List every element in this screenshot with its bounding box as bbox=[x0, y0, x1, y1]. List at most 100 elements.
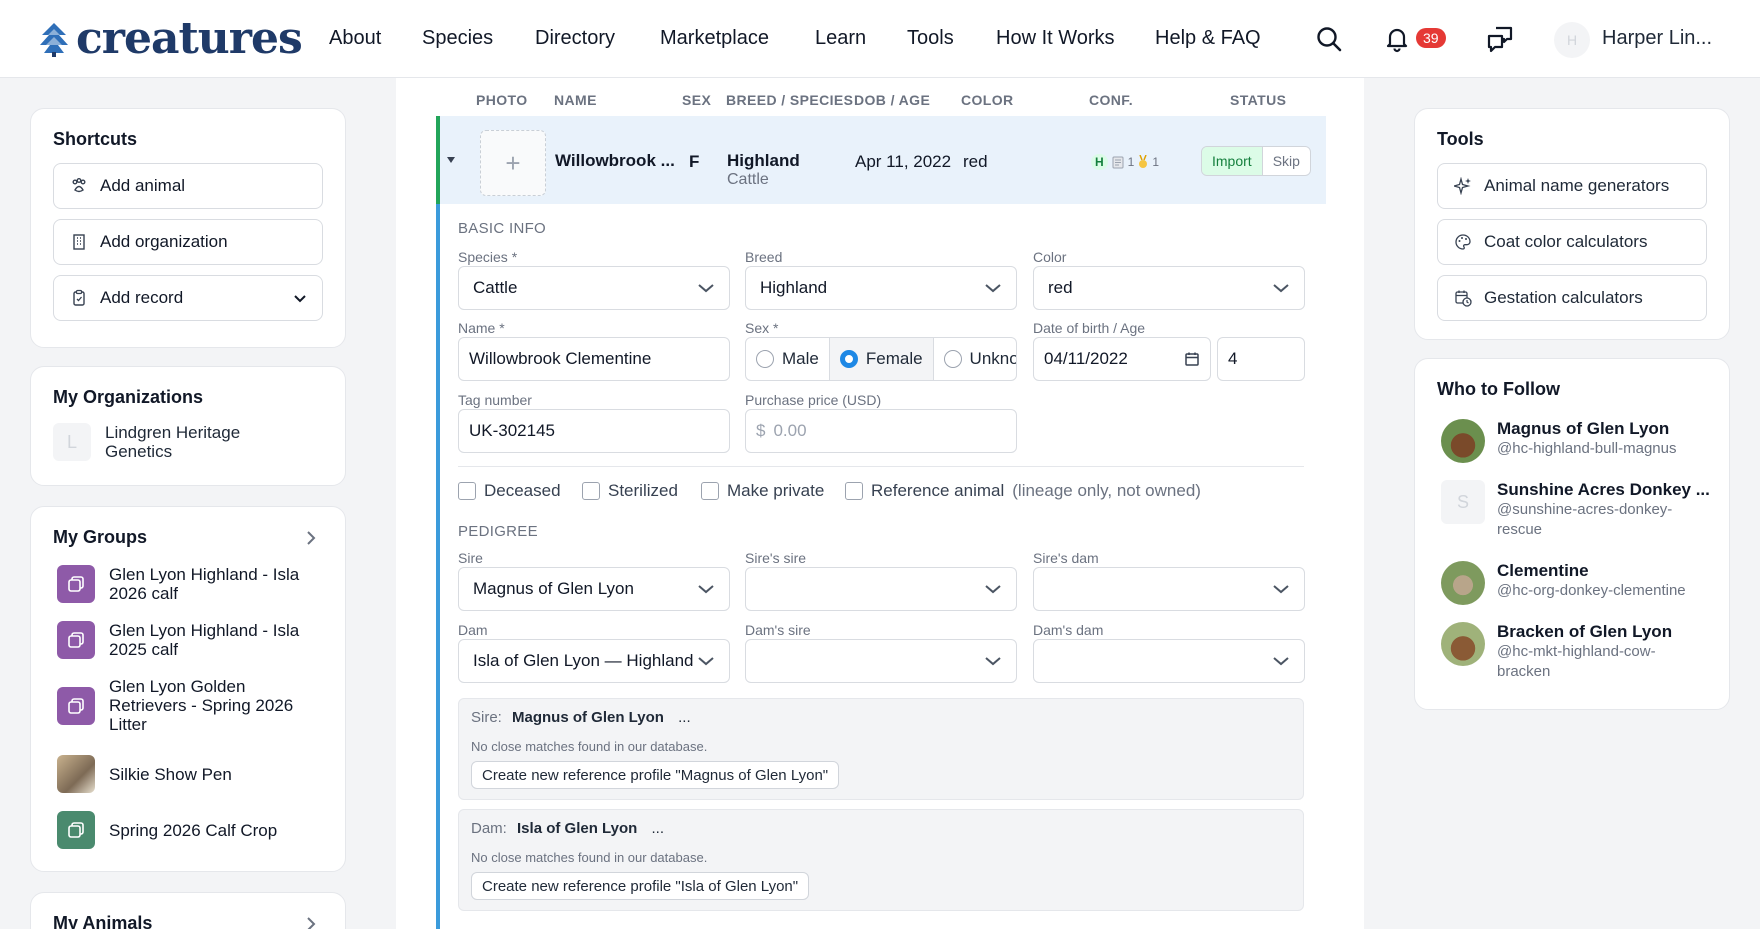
sex-option-male[interactable]: Male bbox=[746, 338, 830, 380]
group-item[interactable]: Glen Lyon Golden Retrievers - Spring 202… bbox=[57, 677, 309, 734]
breed-value: Highland bbox=[760, 278, 828, 297]
breed-select[interactable]: Highland bbox=[745, 266, 1017, 310]
name-input[interactable]: Willowbrook Clementine bbox=[458, 337, 730, 381]
dam-select[interactable]: Isla of Glen Lyon — Highland bbox=[458, 639, 730, 683]
sire-match-more[interactable]: ... bbox=[678, 709, 691, 726]
group-thumbnail bbox=[57, 621, 95, 659]
follow-item[interactable]: S Sunshine Acres Donkey ... @sunshine-ac… bbox=[1441, 480, 1710, 540]
group-name: Glen Lyon Highland - Isla 2026 calf bbox=[109, 565, 300, 603]
gestation-calculators-button[interactable]: Gestation calculators bbox=[1437, 275, 1707, 321]
row-name: Willowbrook ... bbox=[555, 151, 675, 170]
dam-match-panel: Dam: Isla of Glen Lyon ... No close matc… bbox=[458, 809, 1304, 911]
nav-help-faq[interactable]: Help & FAQ bbox=[1155, 27, 1261, 50]
follow-handle: @hc-org-donkey-clementine bbox=[1497, 582, 1686, 599]
sex-option-female[interactable]: Female bbox=[829, 338, 934, 380]
group-item[interactable]: Silkie Show Pen bbox=[57, 755, 309, 793]
follow-name: Clementine bbox=[1497, 561, 1589, 580]
nav-marketplace[interactable]: Marketplace bbox=[660, 27, 769, 50]
sterilized-checkbox[interactable]: Sterilized bbox=[582, 481, 678, 501]
tag-number-input[interactable]: UK-302145 bbox=[458, 409, 730, 453]
add-organization-label: Add organization bbox=[100, 232, 228, 251]
species-select[interactable]: Cattle bbox=[458, 266, 730, 310]
group-name: Glen Lyon Golden Retrievers - Spring 202… bbox=[109, 677, 294, 734]
chevron-down-icon bbox=[1273, 657, 1289, 666]
add-animal-button[interactable]: Add animal bbox=[53, 163, 323, 209]
row-breed: Highland bbox=[727, 151, 800, 170]
create-dam-reference-button[interactable]: Create new reference profile "Isla of Gl… bbox=[471, 872, 810, 900]
document-icon bbox=[1112, 156, 1124, 168]
chevron-down-icon bbox=[985, 657, 1001, 666]
nav-how-it-works[interactable]: How It Works bbox=[996, 27, 1115, 50]
collapse-caret-icon[interactable] bbox=[446, 155, 456, 165]
nav-directory[interactable]: Directory bbox=[535, 27, 615, 50]
group-name: Glen Lyon Highland - Isla 2025 calf bbox=[109, 621, 300, 659]
color-value: red bbox=[1048, 278, 1073, 297]
chevron-down-icon bbox=[985, 585, 1001, 594]
follow-handle: @hc-mkt-highland-cow-bracken bbox=[1497, 643, 1656, 680]
animal-name-generators-button[interactable]: Animal name generators bbox=[1437, 163, 1707, 209]
conf-award-count: 1 bbox=[1152, 155, 1160, 169]
chevron-right-icon[interactable] bbox=[303, 915, 319, 929]
add-organization-button[interactable]: Add organization bbox=[53, 219, 323, 265]
checkbox-icon bbox=[582, 482, 600, 500]
import-button[interactable]: Import bbox=[1202, 147, 1262, 175]
reference-animal-label: Reference animal bbox=[871, 481, 1005, 500]
dob-input[interactable]: 04/11/2022 bbox=[1033, 337, 1211, 381]
pine-tree-logo-icon bbox=[40, 23, 68, 57]
section-divider bbox=[458, 466, 1304, 467]
follow-item[interactable]: Magnus of Glen Lyon @hc-highland-bull-ma… bbox=[1441, 419, 1697, 463]
sires-dam-select[interactable] bbox=[1033, 567, 1305, 611]
deceased-checkbox[interactable]: Deceased bbox=[458, 481, 561, 501]
col-header-status: STATUS bbox=[1230, 92, 1287, 108]
follow-item[interactable]: Clementine @hc-org-donkey-clementine bbox=[1441, 561, 1697, 605]
dam-match-more[interactable]: ... bbox=[651, 820, 664, 837]
nav-learn[interactable]: Learn bbox=[815, 27, 866, 50]
messages-icon[interactable] bbox=[1485, 24, 1515, 54]
top-navbar: creatures About Species Directory Market… bbox=[0, 0, 1760, 78]
create-sire-reference-button[interactable]: Create new reference profile "Magnus of … bbox=[471, 761, 840, 789]
add-record-label: Add record bbox=[100, 288, 184, 307]
sire-select[interactable]: Magnus of Glen Lyon bbox=[458, 567, 730, 611]
follow-item[interactable]: Bracken of Glen Lyon @hc-mkt-highland-co… bbox=[1441, 622, 1697, 682]
col-header-photo: PHOTO bbox=[476, 92, 528, 108]
user-avatar[interactable]: H bbox=[1554, 22, 1590, 58]
dams-dam-select[interactable] bbox=[1033, 639, 1305, 683]
add-photo-button[interactable]: + bbox=[480, 130, 546, 196]
sex-option-unknown[interactable]: Unknov bbox=[934, 338, 1016, 380]
my-groups-card: My Groups Glen Lyon Highland - Isla 2026… bbox=[30, 506, 346, 872]
chevron-right-icon[interactable] bbox=[303, 529, 319, 547]
dob-value: 04/11/2022 bbox=[1044, 349, 1128, 368]
age-input[interactable]: 4 bbox=[1217, 337, 1305, 381]
skip-button[interactable]: Skip bbox=[1261, 147, 1310, 175]
paw-icon bbox=[72, 178, 86, 193]
confidence-indicators: H 1 1 bbox=[1091, 154, 1159, 170]
nav-species[interactable]: Species bbox=[422, 27, 493, 50]
chevron-down-icon[interactable] bbox=[292, 290, 308, 306]
color-select[interactable]: red bbox=[1033, 266, 1305, 310]
coat-color-calculators-button[interactable]: Coat color calculators bbox=[1437, 219, 1707, 265]
dams-dam-label: Dam's dam bbox=[1033, 622, 1104, 638]
sires-sire-select[interactable] bbox=[745, 567, 1017, 611]
group-item[interactable]: Spring 2026 Calf Crop bbox=[57, 811, 309, 849]
organization-item[interactable]: L Lindgren Heritage Genetics bbox=[53, 423, 265, 461]
nav-tools[interactable]: Tools bbox=[907, 27, 954, 50]
sex-label: Sex * bbox=[745, 320, 779, 336]
add-record-button[interactable]: Add record bbox=[53, 275, 323, 321]
row-color: red bbox=[963, 152, 988, 171]
search-icon[interactable] bbox=[1314, 24, 1344, 54]
gestation-calculators-label: Gestation calculators bbox=[1484, 288, 1643, 307]
calendar-icon[interactable] bbox=[1184, 351, 1200, 367]
brand-logo[interactable]: creatures bbox=[38, 12, 303, 66]
bell-icon[interactable] bbox=[1382, 24, 1412, 54]
tag-number-value: UK-302145 bbox=[469, 421, 556, 440]
add-animal-label: Add animal bbox=[100, 176, 186, 195]
nav-about[interactable]: About bbox=[329, 27, 381, 50]
group-item[interactable]: Glen Lyon Highland - Isla 2026 calf bbox=[57, 565, 309, 603]
make-private-checkbox[interactable]: Make private bbox=[701, 481, 824, 501]
purchase-price-input[interactable]: $ 0.00 bbox=[745, 409, 1017, 453]
group-item[interactable]: Glen Lyon Highland - Isla 2025 calf bbox=[57, 621, 309, 659]
reference-animal-checkbox[interactable]: Reference animal (lineage only, not owne… bbox=[845, 481, 1201, 501]
row-species: Cattle bbox=[727, 171, 769, 188]
user-name[interactable]: Harper Lin... bbox=[1602, 27, 1712, 50]
dams-sire-select[interactable] bbox=[745, 639, 1017, 683]
